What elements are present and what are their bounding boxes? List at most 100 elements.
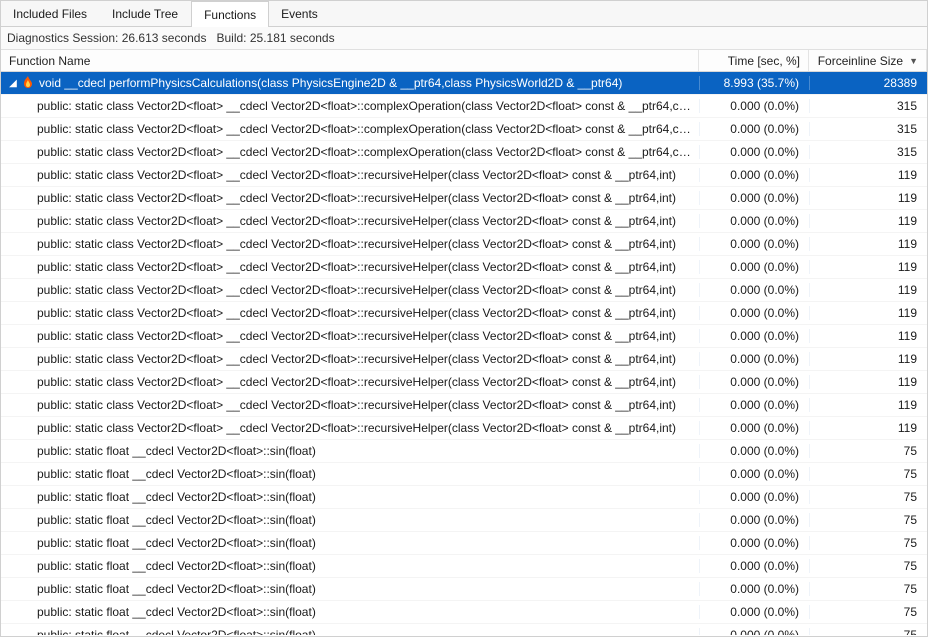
table-row[interactable]: ◢ void __cdecl performPhysicsCalculations… xyxy=(1,72,927,95)
cell-function-name: public: static float __cdecl Vector2D<fl… xyxy=(1,513,699,527)
table-row[interactable]: public: static class Vector2D<float> __c… xyxy=(1,371,927,394)
tab-included-files[interactable]: Included Files xyxy=(1,1,100,26)
function-name-text: public: static class Vector2D<float> __c… xyxy=(37,329,676,343)
table-row[interactable]: public: static class Vector2D<float> __c… xyxy=(1,233,927,256)
table-row[interactable]: public: static float __cdecl Vector2D<fl… xyxy=(1,601,927,624)
collapse-icon[interactable]: ◢ xyxy=(7,78,19,89)
table-row[interactable]: public: static class Vector2D<float> __c… xyxy=(1,141,927,164)
cell-forceinline-size: 119 xyxy=(809,352,927,366)
cell-time: 0.000 (0.0%) xyxy=(699,329,809,343)
cell-forceinline-size: 75 xyxy=(809,467,927,481)
cell-forceinline-size: 75 xyxy=(809,582,927,596)
status-bar: Diagnostics Session: 26.613 seconds Buil… xyxy=(1,27,927,50)
function-name-text: public: static class Vector2D<float> __c… xyxy=(37,191,676,205)
cell-function-name: public: static class Vector2D<float> __c… xyxy=(1,306,699,320)
table-row[interactable]: public: static float __cdecl Vector2D<fl… xyxy=(1,532,927,555)
cell-forceinline-size: 315 xyxy=(809,145,927,159)
function-name-text: void __cdecl performPhysicsCalculations(… xyxy=(39,76,622,90)
column-header-function-name[interactable]: Function Name xyxy=(1,50,699,71)
function-name-text: public: static float __cdecl Vector2D<fl… xyxy=(37,467,316,481)
cell-time: 0.000 (0.0%) xyxy=(699,191,809,205)
table-row[interactable]: public: static class Vector2D<float> __c… xyxy=(1,210,927,233)
function-name-text: public: static class Vector2D<float> __c… xyxy=(37,306,676,320)
function-name-text: public: static class Vector2D<float> __c… xyxy=(37,168,676,182)
function-name-text: public: static float __cdecl Vector2D<fl… xyxy=(37,605,316,619)
cell-time: 0.000 (0.0%) xyxy=(699,628,809,635)
flame-icon xyxy=(21,76,35,90)
table-row[interactable]: public: static float __cdecl Vector2D<fl… xyxy=(1,509,927,532)
cell-function-name: public: static class Vector2D<float> __c… xyxy=(1,329,699,343)
function-name-text: public: static float __cdecl Vector2D<fl… xyxy=(37,490,316,504)
tab-bar: Included FilesInclude TreeFunctionsEvent… xyxy=(1,1,927,27)
table-row[interactable]: public: static class Vector2D<float> __c… xyxy=(1,302,927,325)
table-row[interactable]: public: static float __cdecl Vector2D<fl… xyxy=(1,486,927,509)
cell-function-name: public: static class Vector2D<float> __c… xyxy=(1,145,699,159)
cell-forceinline-size: 119 xyxy=(809,260,927,274)
cell-function-name: public: static float __cdecl Vector2D<fl… xyxy=(1,605,699,619)
function-name-text: public: static float __cdecl Vector2D<fl… xyxy=(37,559,316,573)
cell-function-name: public: static class Vector2D<float> __c… xyxy=(1,214,699,228)
cell-time: 0.000 (0.0%) xyxy=(699,99,809,113)
cell-function-name: public: static class Vector2D<float> __c… xyxy=(1,352,699,366)
column-header-label: Time [sec, %] xyxy=(728,54,800,68)
cell-function-name: public: static class Vector2D<float> __c… xyxy=(1,237,699,251)
cell-forceinline-size: 119 xyxy=(809,283,927,297)
function-name-text: public: static class Vector2D<float> __c… xyxy=(37,122,693,136)
table-row[interactable]: public: static class Vector2D<float> __c… xyxy=(1,348,927,371)
tab-include-tree[interactable]: Include Tree xyxy=(100,1,191,26)
table-row[interactable]: public: static class Vector2D<float> __c… xyxy=(1,187,927,210)
function-name-text: public: static class Vector2D<float> __c… xyxy=(37,283,676,297)
cell-forceinline-size: 119 xyxy=(809,329,927,343)
cell-function-name: public: static float __cdecl Vector2D<fl… xyxy=(1,559,699,573)
cell-forceinline-size: 119 xyxy=(809,237,927,251)
function-name-text: public: static class Vector2D<float> __c… xyxy=(37,375,676,389)
table-row[interactable]: public: static float __cdecl Vector2D<fl… xyxy=(1,463,927,486)
cell-forceinline-size: 119 xyxy=(809,168,927,182)
cell-time: 0.000 (0.0%) xyxy=(699,490,809,504)
sort-descending-icon: ▼ xyxy=(909,56,918,66)
cell-time: 0.000 (0.0%) xyxy=(699,122,809,136)
cell-function-name: public: static class Vector2D<float> __c… xyxy=(1,191,699,205)
function-name-text: public: static float __cdecl Vector2D<fl… xyxy=(37,513,316,527)
table-row[interactable]: public: static class Vector2D<float> __c… xyxy=(1,164,927,187)
tab-events[interactable]: Events xyxy=(269,1,331,26)
cell-function-name: public: static float __cdecl Vector2D<fl… xyxy=(1,490,699,504)
table-row[interactable]: public: static float __cdecl Vector2D<fl… xyxy=(1,624,927,635)
column-header-label: Forceinline Size xyxy=(818,54,903,68)
cell-time: 0.000 (0.0%) xyxy=(699,168,809,182)
cell-forceinline-size: 119 xyxy=(809,421,927,435)
column-header-label: Function Name xyxy=(9,54,90,68)
table-row[interactable]: public: static float __cdecl Vector2D<fl… xyxy=(1,555,927,578)
cell-function-name: public: static class Vector2D<float> __c… xyxy=(1,398,699,412)
cell-time: 0.000 (0.0%) xyxy=(699,260,809,274)
tab-functions[interactable]: Functions xyxy=(191,1,269,27)
table-row[interactable]: public: static class Vector2D<float> __c… xyxy=(1,279,927,302)
cell-function-name: public: static float __cdecl Vector2D<fl… xyxy=(1,467,699,481)
table-row[interactable]: public: static class Vector2D<float> __c… xyxy=(1,417,927,440)
cell-forceinline-size: 75 xyxy=(809,605,927,619)
cell-time: 0.000 (0.0%) xyxy=(699,352,809,366)
cell-function-name: public: static class Vector2D<float> __c… xyxy=(1,421,699,435)
cell-forceinline-size: 75 xyxy=(809,628,927,635)
table-row[interactable]: public: static class Vector2D<float> __c… xyxy=(1,256,927,279)
session-value: 26.613 seconds xyxy=(122,31,207,45)
function-name-text: public: static float __cdecl Vector2D<fl… xyxy=(37,582,316,596)
function-rows[interactable]: ◢ void __cdecl performPhysicsCalculations… xyxy=(1,72,927,635)
table-row[interactable]: public: static float __cdecl Vector2D<fl… xyxy=(1,440,927,463)
cell-function-name: public: static class Vector2D<float> __c… xyxy=(1,99,699,113)
table-row[interactable]: public: static class Vector2D<float> __c… xyxy=(1,394,927,417)
column-header-time[interactable]: Time [sec, %] xyxy=(699,50,809,71)
table-row[interactable]: public: static class Vector2D<float> __c… xyxy=(1,325,927,348)
cell-function-name: public: static class Vector2D<float> __c… xyxy=(1,375,699,389)
table-row[interactable]: public: static class Vector2D<float> __c… xyxy=(1,95,927,118)
function-name-text: public: static class Vector2D<float> __c… xyxy=(37,237,676,251)
table-row[interactable]: public: static class Vector2D<float> __c… xyxy=(1,118,927,141)
cell-time: 0.000 (0.0%) xyxy=(699,536,809,550)
table-row[interactable]: public: static float __cdecl Vector2D<fl… xyxy=(1,578,927,601)
cell-time: 0.000 (0.0%) xyxy=(699,467,809,481)
cell-function-name: public: static class Vector2D<float> __c… xyxy=(1,168,699,182)
build-label: Build: xyxy=(216,31,246,45)
cell-time: 0.000 (0.0%) xyxy=(699,375,809,389)
cell-forceinline-size: 119 xyxy=(809,375,927,389)
column-header-forceinline-size[interactable]: Forceinline Size ▼ xyxy=(809,50,927,71)
